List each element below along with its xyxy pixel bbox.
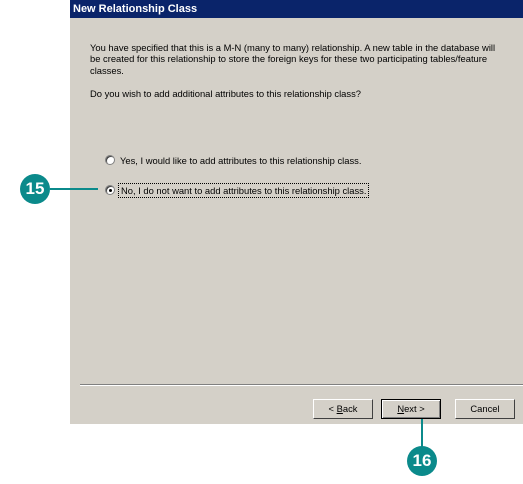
option-yes-add-attributes[interactable]: Yes, I would like to add attributes to t…: [105, 153, 361, 167]
radio-no[interactable]: [105, 185, 115, 195]
callout-step-15: 15: [20, 174, 50, 204]
dialog-title-bar: New Relationship Class: [70, 0, 523, 18]
option-yes-label[interactable]: Yes, I would like to add attributes to t…: [120, 155, 361, 166]
callout-15-leader-line: [50, 188, 98, 190]
button-separator: [80, 384, 523, 386]
question-text: Do you wish to add additional attributes…: [90, 88, 361, 100]
new-relationship-class-dialog: New Relationship Class You have specifie…: [70, 0, 523, 419]
dialog-body: You have specified that this is a M-N (m…: [90, 42, 500, 100]
back-button[interactable]: < Back: [313, 399, 373, 419]
dialog-title: New Relationship Class: [73, 3, 198, 15]
option-no-add-attributes[interactable]: No, I do not want to add attributes to t…: [105, 182, 370, 198]
radio-yes[interactable]: [105, 155, 115, 165]
cancel-button[interactable]: Cancel: [455, 399, 515, 419]
back-button-prefix: <: [328, 403, 337, 414]
callout-16-leader-line: [421, 419, 423, 447]
back-button-rest: ack: [342, 403, 358, 414]
next-button[interactable]: Next >: [381, 399, 441, 419]
next-button-rest: ext >: [404, 403, 425, 414]
callout-step-16: 16: [407, 446, 437, 476]
option-no-label[interactable]: No, I do not want to add attributes to t…: [117, 182, 370, 198]
description-text: You have specified that this is a M-N (m…: [90, 42, 496, 76]
